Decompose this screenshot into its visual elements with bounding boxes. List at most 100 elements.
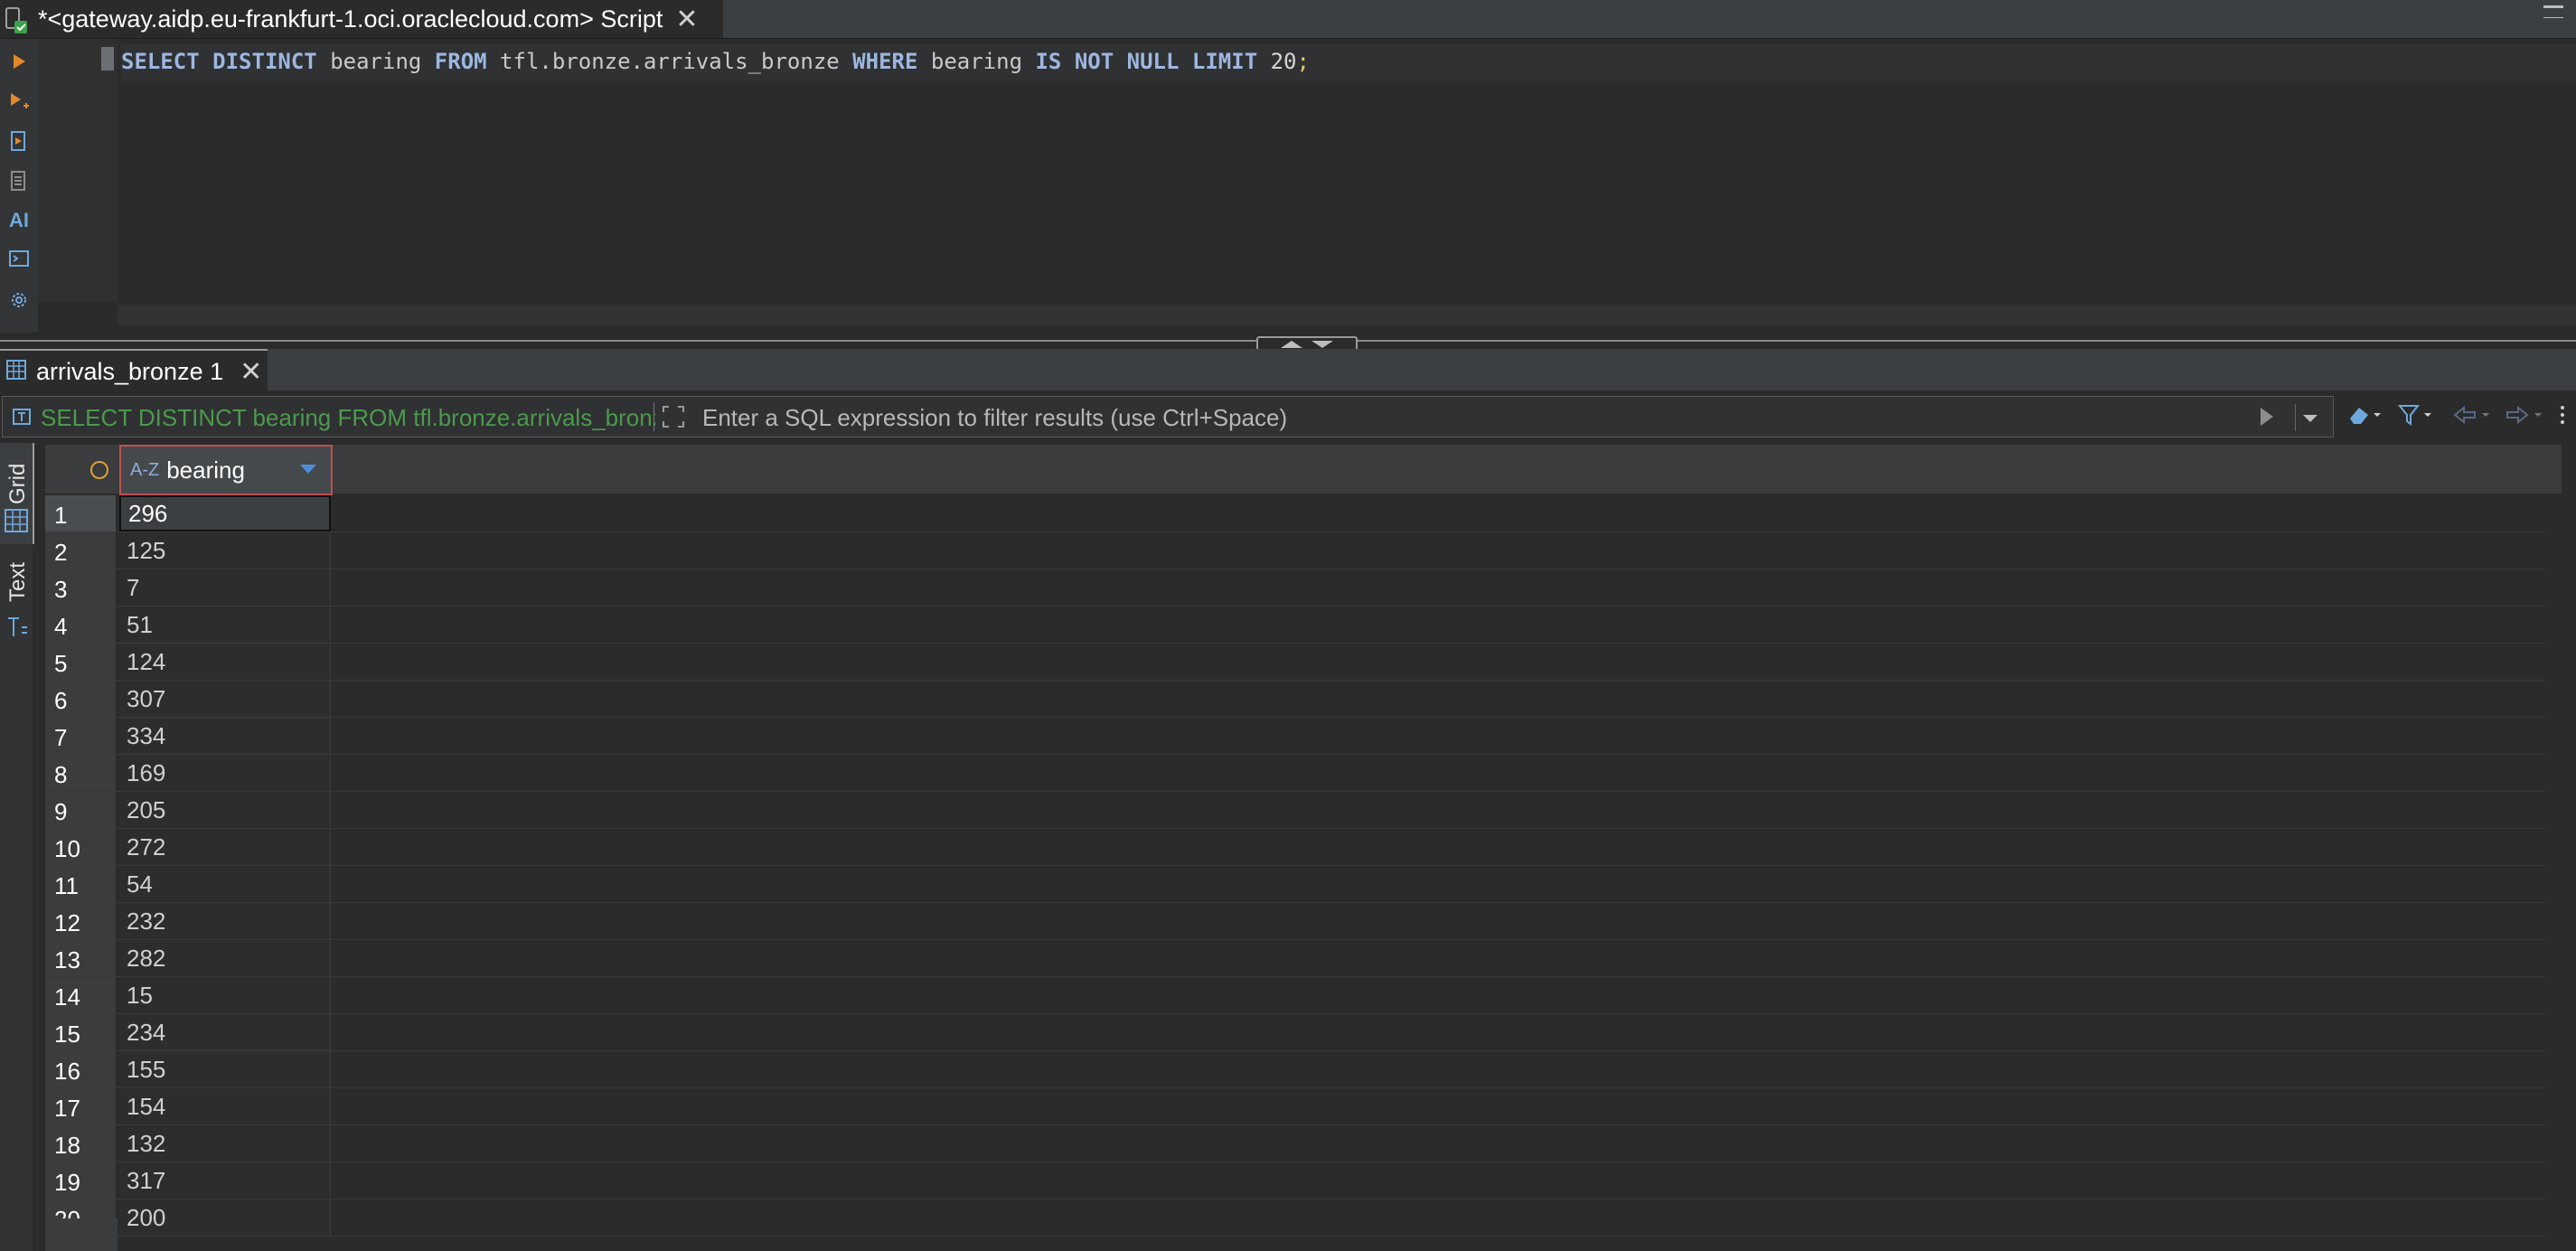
table-row[interactable]: 19 317 xyxy=(45,1162,2562,1199)
table-row[interactable]: 9 205 xyxy=(45,792,2562,829)
ai-assistant-icon[interactable]: AI xyxy=(7,209,31,232)
row-selector-circle-icon xyxy=(90,461,108,479)
table-row[interactable]: 18 132 xyxy=(45,1125,2562,1162)
close-icon[interactable]: ✕ xyxy=(240,356,262,388)
row-number[interactable]: 11 xyxy=(45,866,116,902)
table-row[interactable]: 4 51 xyxy=(45,607,2562,644)
column-header-bearing[interactable]: A-Z bearing xyxy=(119,445,333,495)
table-row[interactable]: 10 272 xyxy=(45,829,2562,866)
grid-view-tab[interactable]: Grid xyxy=(0,443,34,544)
execute-in-new-tab-icon[interactable] xyxy=(7,89,31,113)
row-number[interactable]: 9 xyxy=(45,792,116,828)
table-row[interactable]: 2 125 xyxy=(45,532,2562,569)
table-row[interactable]: 6 307 xyxy=(45,681,2562,718)
text-view-tab[interactable]: Text xyxy=(0,551,33,651)
filter-history-dropdown[interactable] xyxy=(2295,404,2323,431)
bearing-cell[interactable]: 307 xyxy=(119,681,331,717)
row-number[interactable]: 4 xyxy=(45,607,116,643)
row-number[interactable]: 8 xyxy=(45,755,116,791)
bearing-cell[interactable]: 124 xyxy=(119,644,331,680)
table-row[interactable]: 13 282 xyxy=(45,940,2562,977)
panel-splitter[interactable] xyxy=(0,336,2576,353)
bearing-cell[interactable]: 169 xyxy=(119,755,331,791)
table-row[interactable]: 8 169 xyxy=(45,755,2562,792)
bearing-cell[interactable]: 15 xyxy=(119,977,331,1013)
grid-tab-label: Grid xyxy=(5,463,30,504)
results-grid[interactable]: A-Z bearing 1 296 2 125 3 7 4 51 5 124 6 307 7 334 8 16… xyxy=(45,445,2562,1251)
row-number[interactable]: 17 xyxy=(45,1088,116,1124)
row-number[interactable]: 14 xyxy=(45,977,116,1013)
bearing-cell[interactable]: 334 xyxy=(119,718,331,754)
sql-query-text[interactable]: SELECT DISTINCT bearing FROM tfl.bronze.… xyxy=(121,49,1310,74)
sql-source-icon[interactable] xyxy=(10,404,35,434)
bearing-cell[interactable]: 132 xyxy=(119,1125,331,1162)
table-row[interactable]: 11 54 xyxy=(45,866,2562,903)
row-number[interactable]: 2 xyxy=(45,532,116,569)
table-row[interactable]: 37 xyxy=(45,569,2562,607)
settings-gear-icon[interactable] xyxy=(7,288,31,312)
current-line-highlight[interactable]: SELECT DISTINCT bearing FROM tfl.bronze.… xyxy=(121,44,2576,80)
table-row[interactable]: 20200 xyxy=(45,1199,2562,1237)
bearing-cell[interactable]: 125 xyxy=(119,532,331,569)
bearing-cell[interactable]: 155 xyxy=(119,1051,331,1087)
sql-token: LIMIT xyxy=(1191,49,1258,74)
chevron-up-icon xyxy=(1281,341,1302,348)
more-options-icon[interactable] xyxy=(2558,401,2567,428)
bearing-cell[interactable]: 317 xyxy=(119,1162,331,1199)
bearing-cell[interactable]: 296 xyxy=(119,495,331,531)
table-row[interactable]: 12 232 xyxy=(45,903,2562,940)
row-number[interactable]: 19 xyxy=(45,1162,116,1199)
row-number[interactable]: 3 xyxy=(45,569,116,606)
expand-icon[interactable] xyxy=(661,404,686,429)
filter-icon[interactable] xyxy=(2397,401,2433,428)
close-icon[interactable]: ✕ xyxy=(675,4,698,35)
explain-plan-icon[interactable] xyxy=(7,169,31,193)
table-row[interactable]: 16 155 xyxy=(45,1051,2562,1088)
row-number[interactable]: 12 xyxy=(45,903,116,939)
table-row[interactable]: 7 334 xyxy=(45,718,2562,755)
row-number[interactable]: 1 xyxy=(45,495,116,531)
terminal-output-icon[interactable] xyxy=(7,247,31,270)
row-number[interactable]: 18 xyxy=(45,1125,116,1162)
results-tab[interactable]: arrivals_bronze 1 ✕ xyxy=(0,349,268,392)
bearing-cell[interactable]: 272 xyxy=(119,829,331,865)
table-row[interactable]: 1 296 xyxy=(45,495,2562,532)
sort-dropdown-icon[interactable] xyxy=(300,465,316,474)
sql-editor[interactable]: AI SELECT DISTINCT bearing FROM tfl.bron… xyxy=(0,39,2576,333)
row-number[interactable]: 10 xyxy=(45,829,116,865)
execute-script-icon[interactable] xyxy=(7,129,31,153)
bearing-cell[interactable]: 232 xyxy=(119,903,331,939)
apply-filter-icon[interactable] xyxy=(2261,408,2273,426)
row-number[interactable]: 16 xyxy=(45,1051,116,1087)
execute-statement-icon[interactable] xyxy=(7,50,31,73)
filter-expression-input[interactable] xyxy=(700,399,2241,437)
table-row[interactable]: 17 154 xyxy=(45,1088,2562,1125)
row-number[interactable]: 13 xyxy=(45,940,116,976)
row-number[interactable]: 15 xyxy=(45,1014,116,1050)
table-row[interactable]: 15 234 xyxy=(45,1014,2562,1051)
grid-corner[interactable] xyxy=(45,445,118,494)
maximize-icon[interactable] xyxy=(2543,5,2563,18)
row-empty-area xyxy=(331,977,2562,1013)
bearing-cell[interactable]: 54 xyxy=(119,866,331,902)
results-tab-bar: arrivals_bronze 1 ✕ xyxy=(0,349,2576,392)
forward-arrow-icon[interactable] xyxy=(2504,401,2545,428)
bearing-cell[interactable]: 205 xyxy=(119,792,331,828)
back-arrow-icon[interactable] xyxy=(2451,401,2493,428)
row-number[interactable]: 5 xyxy=(45,644,116,680)
eraser-icon[interactable] xyxy=(2346,401,2383,428)
bearing-cell[interactable]: 234 xyxy=(119,1014,331,1050)
row-empty-area xyxy=(331,1199,2562,1236)
bearing-cell[interactable]: 51 xyxy=(119,607,331,643)
script-tab[interactable]: *<gateway.aidp.eu-frankfurt-1.oci.oracle… xyxy=(0,0,723,38)
bearing-cell[interactable]: 7 xyxy=(119,569,331,606)
bearing-cell[interactable]: 154 xyxy=(119,1088,331,1124)
table-row[interactable]: 5 124 xyxy=(45,644,2562,681)
table-row[interactable]: 14 15 xyxy=(45,977,2562,1014)
row-number[interactable]: 7 xyxy=(45,718,116,754)
grid-vertical-scrollbar[interactable] xyxy=(2545,495,2562,1251)
bearing-cell[interactable]: 200 xyxy=(119,1199,331,1236)
editor-horizontal-scrollbar[interactable] xyxy=(118,306,2576,325)
row-number[interactable]: 6 xyxy=(45,681,116,717)
bearing-cell[interactable]: 282 xyxy=(119,940,331,976)
